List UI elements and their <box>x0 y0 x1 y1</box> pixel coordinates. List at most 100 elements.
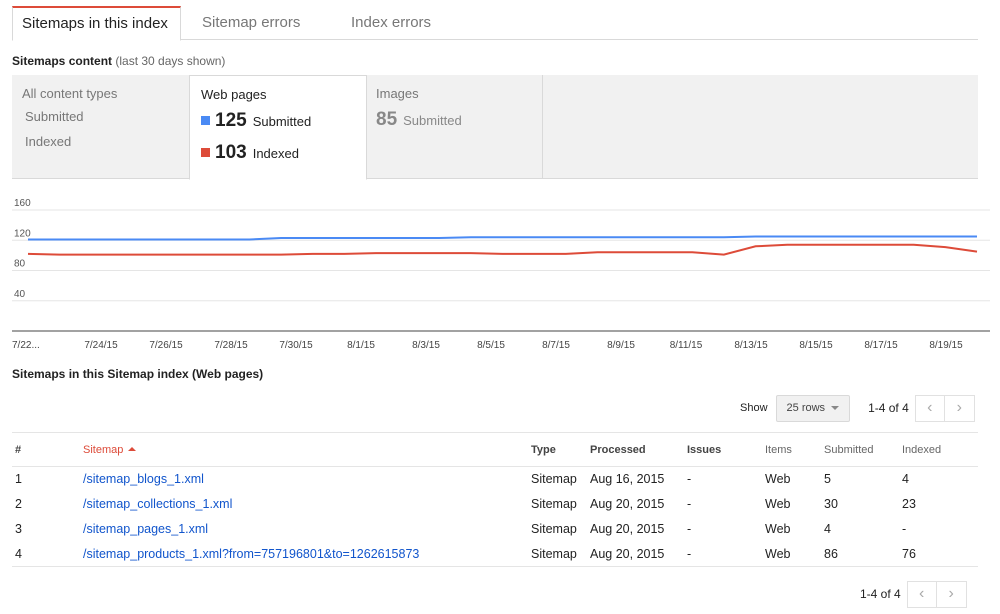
row-num: 4 <box>12 541 83 567</box>
row-type: Sitemap <box>531 497 577 511</box>
web-submitted-metric: 125 Submitted <box>201 110 311 132</box>
row-issues: - <box>687 472 692 487</box>
col-header-issues[interactable]: Issues <box>687 432 765 467</box>
sitemap-content-chart: 160 120 80 40 7/22... 7/24/15 7/26/15 7/28/15 7… <box>12 198 990 351</box>
images-submitted-metric: 85 Submitted <box>376 109 462 131</box>
sitemap-link[interactable]: /sitemap_collections_1.xml <box>83 497 232 511</box>
row-submitted: 30 <box>824 497 838 511</box>
sort-ascending-icon <box>128 446 137 451</box>
x-tick-label: 7/26/15 <box>149 340 183 351</box>
series-line-submitted <box>28 235 977 241</box>
next-page-button[interactable]: › <box>936 580 967 608</box>
row-type: Sitemap <box>531 541 590 567</box>
row-processed: Aug 16, 2015 <box>590 472 665 487</box>
row-issues: - <box>687 522 692 536</box>
row-submitted: 5 <box>824 472 831 487</box>
content-type-all[interactable]: All content types Submitted Indexed <box>12 75 189 179</box>
rows-per-page-select[interactable]: 25 rows <box>775 394 851 422</box>
row-items: Web <box>765 541 824 567</box>
sitemap-link[interactable]: /sitemap_products_1.xml?from=757196801&t… <box>83 547 419 561</box>
content-type-all-submitted: Submitted <box>25 109 84 124</box>
row-items: Web <box>765 497 791 511</box>
x-tick-label: 7/24/15 <box>84 340 118 351</box>
x-tick-label: 7/22... <box>12 340 40 351</box>
tab-index-errors[interactable]: Index errors <box>341 6 441 40</box>
section-subtitle: (last 30 days shown) <box>115 54 226 68</box>
sitemap-link[interactable]: /sitemap_pages_1.xml <box>83 522 208 536</box>
images-submitted-value: 85 <box>376 109 398 130</box>
x-tick-label: 8/19/15 <box>929 340 963 351</box>
col-header-submitted[interactable]: Submitted <box>824 432 902 467</box>
y-tick-label: 80 <box>14 259 26 270</box>
sitemap-link[interactable]: /sitemap_blogs_1.xml <box>83 472 204 486</box>
web-submitted-label: Submitted <box>252 114 312 129</box>
next-page-button[interactable]: › <box>944 394 975 422</box>
col-header-indexed[interactable]: Indexed <box>902 432 978 467</box>
chevron-right-icon: › <box>948 585 954 602</box>
tab-sitemaps-in-index[interactable]: Sitemaps in this index <box>12 6 181 41</box>
x-tick-label: 8/5/15 <box>477 340 505 351</box>
x-tick-label: 8/13/15 <box>734 340 768 351</box>
pager-bottom: 1-4 of 4 ‹ › <box>860 580 967 608</box>
col-header-num[interactable]: # <box>12 432 83 467</box>
content-type-web[interactable]: Web pages 125 Submitted 103 Indexed <box>189 75 367 180</box>
chevron-right-icon: › <box>956 399 962 416</box>
table-row: 2 /sitemap_collections_1.xml Sitemap Aug… <box>12 492 978 517</box>
chevron-left-icon: ‹ <box>919 585 925 602</box>
col-header-type[interactable]: Type <box>531 432 590 467</box>
sitemaps-table: # Sitemap Type Processed Issues Items Su… <box>12 432 978 567</box>
x-tick-label: 8/17/15 <box>864 340 898 351</box>
content-type-web-label: Web pages <box>201 87 267 102</box>
content-type-panel: All content types Submitted Indexed Web … <box>12 75 978 180</box>
row-processed: Aug 20, 2015 <box>590 522 665 536</box>
table-row: 3 /sitemap_pages_1.xml Sitemap Aug 20, 2… <box>12 517 978 542</box>
row-indexed: 76 <box>902 541 978 567</box>
row-processed: Aug 20, 2015 <box>590 541 687 567</box>
chevron-left-icon: ‹ <box>927 399 933 416</box>
row-num: 2 <box>15 497 22 511</box>
y-tick-label: 120 <box>14 228 31 239</box>
content-type-all-indexed: Indexed <box>25 134 72 149</box>
row-sitemap: /sitemap_pages_1.xml <box>83 517 531 542</box>
x-tick-label: 7/30/15 <box>279 340 313 351</box>
row-sitemap: /sitemap_products_1.xml?from=757196801&t… <box>83 541 531 567</box>
show-label: Show <box>740 402 768 414</box>
row-submitted: 4 <box>824 522 831 536</box>
row-submitted: 86 <box>824 541 902 567</box>
web-indexed-label: Indexed <box>252 146 299 161</box>
y-tick-label: 160 <box>14 198 31 209</box>
col-header-processed[interactable]: Processed <box>590 432 687 467</box>
x-tick-label: 8/7/15 <box>542 340 570 351</box>
tab-bar: Sitemaps in this index Sitemap errors In… <box>12 6 978 41</box>
row-num: 1 <box>15 472 22 487</box>
col-header-sitemap[interactable]: Sitemap <box>83 432 531 467</box>
chevron-down-icon <box>831 406 840 410</box>
sitemaps-list-title: Sitemaps in this Sitemap index (Web page… <box>12 367 264 381</box>
row-indexed: 23 <box>902 497 916 511</box>
row-items: Web <box>765 522 791 536</box>
row-sitemap: /sitemap_collections_1.xml <box>83 492 531 517</box>
row-type: Sitemap <box>531 522 577 536</box>
row-processed: Aug 20, 2015 <box>590 497 665 511</box>
col-header-items[interactable]: Items <box>765 432 824 467</box>
images-submitted-label: Submitted <box>403 113 462 128</box>
prev-page-button[interactable]: ‹ <box>914 394 945 422</box>
x-tick-label: 7/28/15 <box>214 340 248 351</box>
content-type-images[interactable]: Images 85 Submitted <box>367 75 543 179</box>
prev-page-button[interactable]: ‹ <box>906 580 937 608</box>
tab-sitemap-errors[interactable]: Sitemap errors <box>192 6 310 40</box>
web-submitted-value: 125 <box>215 110 247 131</box>
x-tick-label: 8/11/15 <box>670 340 703 351</box>
rows-per-page-value: 25 rows <box>786 402 826 414</box>
web-indexed-metric: 103 Indexed <box>201 142 299 164</box>
indexed-swatch <box>201 148 210 157</box>
x-tick-label: 8/3/15 <box>412 340 440 351</box>
table-row: 4 /sitemap_products_1.xml?from=757196801… <box>12 541 978 567</box>
row-num: 3 <box>15 522 22 536</box>
pager-top: Show 25 rows 1-4 of 4 ‹ › <box>740 394 975 422</box>
row-issues: - <box>687 541 765 567</box>
table-header-row: # Sitemap Type Processed Issues Items Su… <box>12 432 978 467</box>
page-range: 1-4 of 4 <box>860 587 901 601</box>
row-indexed: - <box>902 522 907 536</box>
submitted-swatch <box>201 116 210 125</box>
